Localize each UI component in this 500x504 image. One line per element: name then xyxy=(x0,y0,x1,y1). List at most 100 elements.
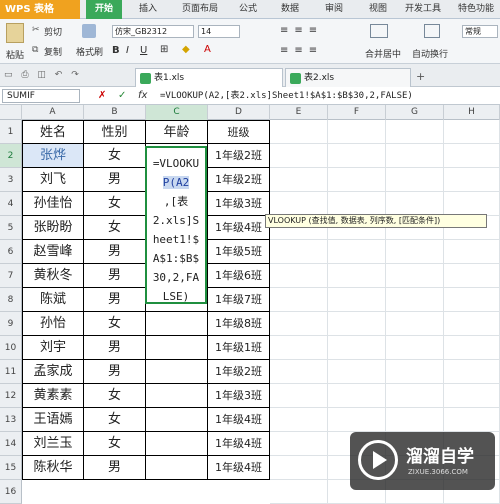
empty-cell[interactable] xyxy=(386,264,444,288)
column-header-d[interactable]: D xyxy=(208,105,270,120)
empty-cell[interactable] xyxy=(270,336,328,360)
empty-cell[interactable] xyxy=(444,144,500,168)
empty-cell[interactable] xyxy=(386,192,444,216)
row-header-9[interactable]: 9 xyxy=(0,312,22,336)
empty-cell[interactable] xyxy=(270,408,328,432)
table-cell-d[interactable]: 1年级4班 xyxy=(208,432,270,456)
select-all-corner[interactable] xyxy=(0,105,22,120)
table-cell-d[interactable]: 1年级2班 xyxy=(208,360,270,384)
table-cell-b[interactable]: 女 xyxy=(84,144,146,168)
font-family-select[interactable]: 仿宋_GB2312 xyxy=(112,25,194,38)
table-cell-a[interactable]: 赵雪峰 xyxy=(22,240,84,264)
empty-cell[interactable] xyxy=(270,312,328,336)
row-header-8[interactable]: 8 xyxy=(0,288,22,312)
confirm-icon[interactable]: ✓ xyxy=(118,90,126,101)
empty-cell[interactable] xyxy=(386,288,444,312)
empty-cell[interactable] xyxy=(270,432,328,456)
empty-cell[interactable] xyxy=(444,120,500,144)
table-cell-d[interactable]: 1年级7班 xyxy=(208,288,270,312)
empty-cell[interactable] xyxy=(386,240,444,264)
quick-access-icons[interactable]: ▭ ⎙ ◫ ↶ ↷ xyxy=(4,70,82,80)
table-cell-c[interactable] xyxy=(146,360,208,384)
empty-cell[interactable] xyxy=(328,192,386,216)
table-cell-d[interactable]: 1年级2班 xyxy=(208,168,270,192)
table-cell-d[interactable]: 1年级3班 xyxy=(208,384,270,408)
column-header-f[interactable]: F xyxy=(328,105,386,120)
copy-icon[interactable]: ⧉ xyxy=(32,45,38,55)
merge-icon[interactable] xyxy=(370,24,388,38)
table-cell-b[interactable]: 男 xyxy=(84,240,146,264)
empty-cell[interactable] xyxy=(328,312,386,336)
fx-icon[interactable]: fx xyxy=(138,90,147,101)
merge-center-button[interactable]: 合并居中 xyxy=(365,47,401,60)
empty-cell[interactable] xyxy=(328,144,386,168)
cut-button[interactable]: 剪切 xyxy=(44,25,62,38)
column-header-h[interactable]: H xyxy=(444,105,500,120)
table-cell-a[interactable]: 王语嫣 xyxy=(22,408,84,432)
empty-cell[interactable] xyxy=(270,192,328,216)
empty-cell[interactable] xyxy=(270,264,328,288)
tab-view[interactable]: 视图 xyxy=(360,0,396,19)
empty-cell[interactable] xyxy=(270,480,328,504)
column-header-g[interactable]: G xyxy=(386,105,444,120)
table-cell-c[interactable] xyxy=(146,336,208,360)
row-header-10[interactable]: 10 xyxy=(0,336,22,360)
table-cell-d[interactable]: 1年级4班 xyxy=(208,216,270,240)
empty-cell[interactable] xyxy=(328,408,386,432)
table-cell-a[interactable]: 刘飞 xyxy=(22,168,84,192)
empty-cell[interactable] xyxy=(270,360,328,384)
fill-color-icon[interactable]: ◆ xyxy=(182,44,190,55)
tab-home[interactable]: 开始 xyxy=(86,0,122,19)
table-cell-b[interactable]: 女 xyxy=(84,408,146,432)
tab-insert[interactable]: 插入 xyxy=(130,0,166,19)
paste-button[interactable]: 粘贴 xyxy=(6,48,24,61)
empty-cell[interactable] xyxy=(386,168,444,192)
paste-icon[interactable] xyxy=(6,23,24,43)
file-tab-2[interactable]: 表2.xls xyxy=(285,68,411,87)
table-cell-c[interactable] xyxy=(146,408,208,432)
empty-cell[interactable] xyxy=(328,288,386,312)
empty-cell[interactable] xyxy=(444,192,500,216)
table-cell-a[interactable]: 张盼盼 xyxy=(22,216,84,240)
row-header-11[interactable]: 11 xyxy=(0,360,22,384)
empty-cell[interactable] xyxy=(328,120,386,144)
row-header-7[interactable]: 7 xyxy=(0,264,22,288)
empty-cell[interactable] xyxy=(328,264,386,288)
align-horizontal-icons[interactable]: ≡≡≡ xyxy=(280,45,323,56)
empty-cell[interactable] xyxy=(270,144,328,168)
tab-page-layout[interactable]: 页面布局 xyxy=(175,0,225,19)
empty-cell[interactable] xyxy=(444,264,500,288)
empty-cell[interactable] xyxy=(444,360,500,384)
table-cell-c[interactable] xyxy=(146,312,208,336)
table-cell-b[interactable]: 男 xyxy=(84,264,146,288)
name-box[interactable]: SUMIF xyxy=(2,89,80,103)
format-painter-icon[interactable] xyxy=(82,24,96,38)
row-header-15[interactable]: 15 xyxy=(0,456,22,480)
empty-cell[interactable] xyxy=(270,168,328,192)
tab-review[interactable]: 审阅 xyxy=(316,0,352,19)
empty-cell[interactable] xyxy=(444,408,500,432)
empty-cell[interactable] xyxy=(270,456,328,480)
column-header-a[interactable]: A xyxy=(22,105,84,120)
column-header-b[interactable]: B xyxy=(84,105,146,120)
table-cell-b[interactable]: 女 xyxy=(84,216,146,240)
empty-cell[interactable] xyxy=(386,336,444,360)
bold-icon[interactable]: B xyxy=(112,45,120,56)
tab-formulas[interactable]: 公式 xyxy=(232,0,264,19)
table-cell-b[interactable]: 女 xyxy=(84,192,146,216)
header-cell-c[interactable]: 年龄 xyxy=(146,120,208,144)
empty-cell[interactable] xyxy=(444,384,500,408)
header-cell-d[interactable]: 班级 xyxy=(208,120,270,144)
wrap-icon[interactable] xyxy=(424,24,440,38)
table-cell-c[interactable] xyxy=(146,456,208,480)
table-cell-b[interactable]: 女 xyxy=(84,312,146,336)
column-header-e[interactable]: E xyxy=(270,105,328,120)
tab-special[interactable]: 特色功能 xyxy=(452,0,500,19)
row-header-14[interactable]: 14 xyxy=(0,432,22,456)
table-cell-d[interactable]: 1年级3班 xyxy=(208,192,270,216)
table-cell-d[interactable]: 1年级5班 xyxy=(208,240,270,264)
table-cell-a[interactable]: 孙佳怡 xyxy=(22,192,84,216)
table-cell-b[interactable]: 男 xyxy=(84,456,146,480)
empty-cell[interactable] xyxy=(328,360,386,384)
row-header-3[interactable]: 3 xyxy=(0,168,22,192)
